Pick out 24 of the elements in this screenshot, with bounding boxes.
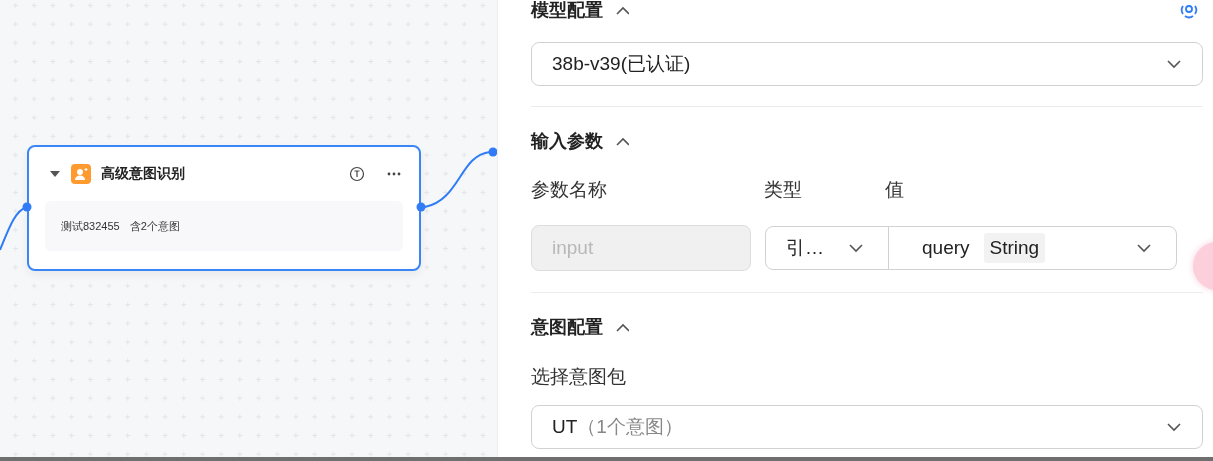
section-title: 意图配置 <box>531 316 603 339</box>
section-title: 模型配置 <box>531 0 603 22</box>
column-label: 值 <box>885 178 904 202</box>
connector-line <box>424 151 491 208</box>
more-icon[interactable] <box>387 172 401 176</box>
node-summary: 测试832455 <box>61 218 120 234</box>
port-dot[interactable] <box>416 202 426 212</box>
section-title: 输入参数 <box>531 130 603 153</box>
node-card[interactable]: 高级意图识别 测试832455 含2个意图 <box>27 145 421 271</box>
column-label: 类型 <box>764 178 803 202</box>
select-hint: （1个意图） <box>577 416 683 437</box>
select-value: 38b-v39(已认证) <box>552 53 691 74</box>
column-label: 参数名称 <box>531 178 608 202</box>
name-field: input <box>531 225 751 271</box>
node-summary: 含2个意图 <box>129 218 180 234</box>
select-field[interactable]: UT（1个意图） <box>531 405 1203 449</box>
text-icon[interactable] <box>349 166 365 182</box>
node-title: 高级意图识别 <box>101 165 185 183</box>
select-value: UT <box>552 416 578 437</box>
field-label: 选择意图包 <box>531 365 627 389</box>
person-icon <box>71 164 91 184</box>
scrollbar[interactable] <box>0 457 1213 461</box>
select-field[interactable]: 38b-v39(已认证) <box>531 42 1203 86</box>
port-dot[interactable] <box>22 202 32 212</box>
